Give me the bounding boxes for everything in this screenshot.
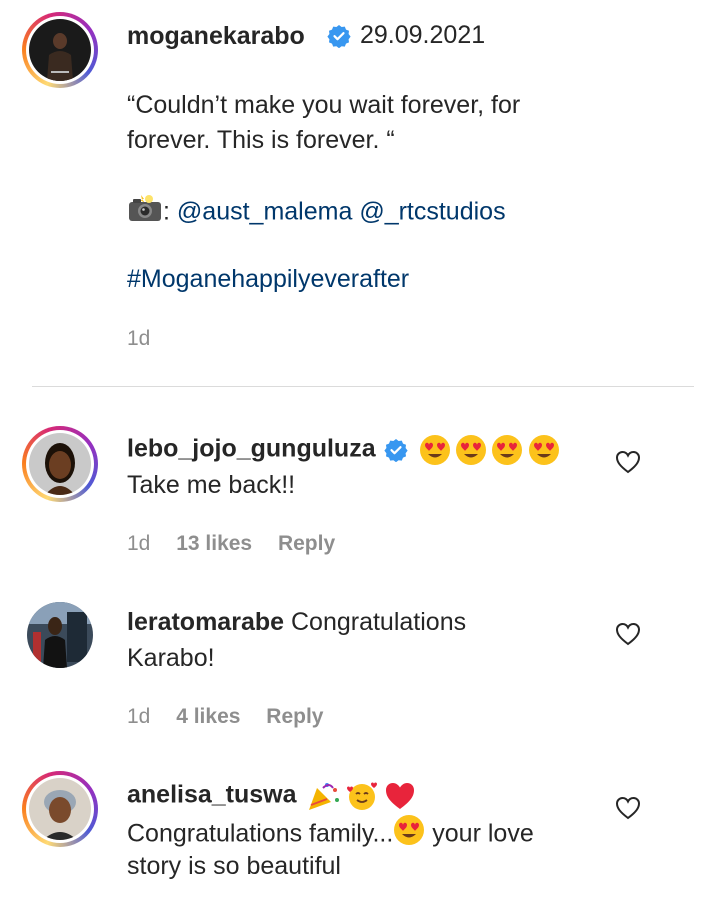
comment-meta: 1d 4 likes Reply <box>127 705 323 729</box>
comment-meta: 1d 13 likes Reply <box>127 532 335 556</box>
avatar-ring-inner <box>26 775 94 843</box>
like-heart-icon[interactable] <box>615 796 641 820</box>
heart-eyes-emoji <box>455 434 487 471</box>
heart-eyes-emoji <box>491 434 523 471</box>
comment-age: 1d <box>127 532 151 555</box>
comment-avatar[interactable] <box>22 426 98 502</box>
caption-credits: : @aust_malema @_rtcstudios <box>127 193 506 233</box>
comment-body: leratomarabe Congratulations <box>127 605 466 640</box>
mention-link-2[interactable]: @_rtcstudios <box>359 198 505 226</box>
post-username[interactable]: moganekarabo <box>127 22 305 51</box>
avatar-image <box>29 778 91 840</box>
reply-button[interactable]: Reply <box>278 532 335 555</box>
comment-avatar[interactable] <box>27 602 93 668</box>
credit-prefix: : <box>163 197 170 226</box>
verified-badge-icon <box>327 24 351 53</box>
comment-avatar[interactable] <box>22 771 98 847</box>
avatar-ring-inner <box>26 430 94 498</box>
comment-username[interactable]: lebo_jojo_gunguluza <box>127 435 376 463</box>
comment-header: lebo_jojo_gunguluza <box>127 434 560 471</box>
red-heart-emoji <box>384 781 416 816</box>
post-date: 29.09.2021 <box>360 21 486 49</box>
comment-text: Take me back!! <box>127 471 296 499</box>
mention-link-1[interactable]: @aust_malema <box>177 198 352 226</box>
comment-text-continued: story is so beautiful <box>127 852 341 880</box>
comment-text-part: Congratulations family... <box>127 819 394 848</box>
avatar-ring-inner <box>26 16 94 84</box>
heart-eyes-emoji <box>528 434 560 471</box>
party-popper-emoji <box>307 780 341 817</box>
comment-text: Congratulations <box>290 608 467 636</box>
caption-line-2: forever. This is forever. “ <box>127 126 395 154</box>
post-author-avatar[interactable] <box>22 12 98 88</box>
divider <box>32 386 694 387</box>
comment-username[interactable]: leratomarabe <box>127 608 284 636</box>
caption-line-1: “Couldn’t make you wait forever, for <box>127 91 521 119</box>
hashtag-link[interactable]: #Moganehappilyeverafter <box>127 262 409 297</box>
smiling-hearts-emoji <box>345 780 379 817</box>
comment-text-part: your love <box>432 819 534 848</box>
avatar-image <box>29 19 91 81</box>
like-heart-icon[interactable] <box>615 622 641 646</box>
camera-flash-emoji <box>127 193 163 233</box>
heart-eyes-emoji <box>419 434 451 471</box>
comment-header: anelisa_tuswa <box>127 780 416 817</box>
verified-badge-icon <box>384 438 408 467</box>
comment-age: 1d <box>127 705 151 728</box>
comment-username[interactable]: anelisa_tuswa <box>127 781 297 809</box>
like-heart-icon[interactable] <box>615 450 641 474</box>
comment-text-continued: Karabo! <box>127 644 215 672</box>
reply-button[interactable]: Reply <box>266 705 323 728</box>
comment-likes[interactable]: 13 likes <box>176 532 252 555</box>
heart-eyes-emoji <box>393 814 425 856</box>
post-age: 1d <box>127 327 151 350</box>
comment-likes[interactable]: 4 likes <box>176 705 240 728</box>
avatar-image <box>29 433 91 495</box>
